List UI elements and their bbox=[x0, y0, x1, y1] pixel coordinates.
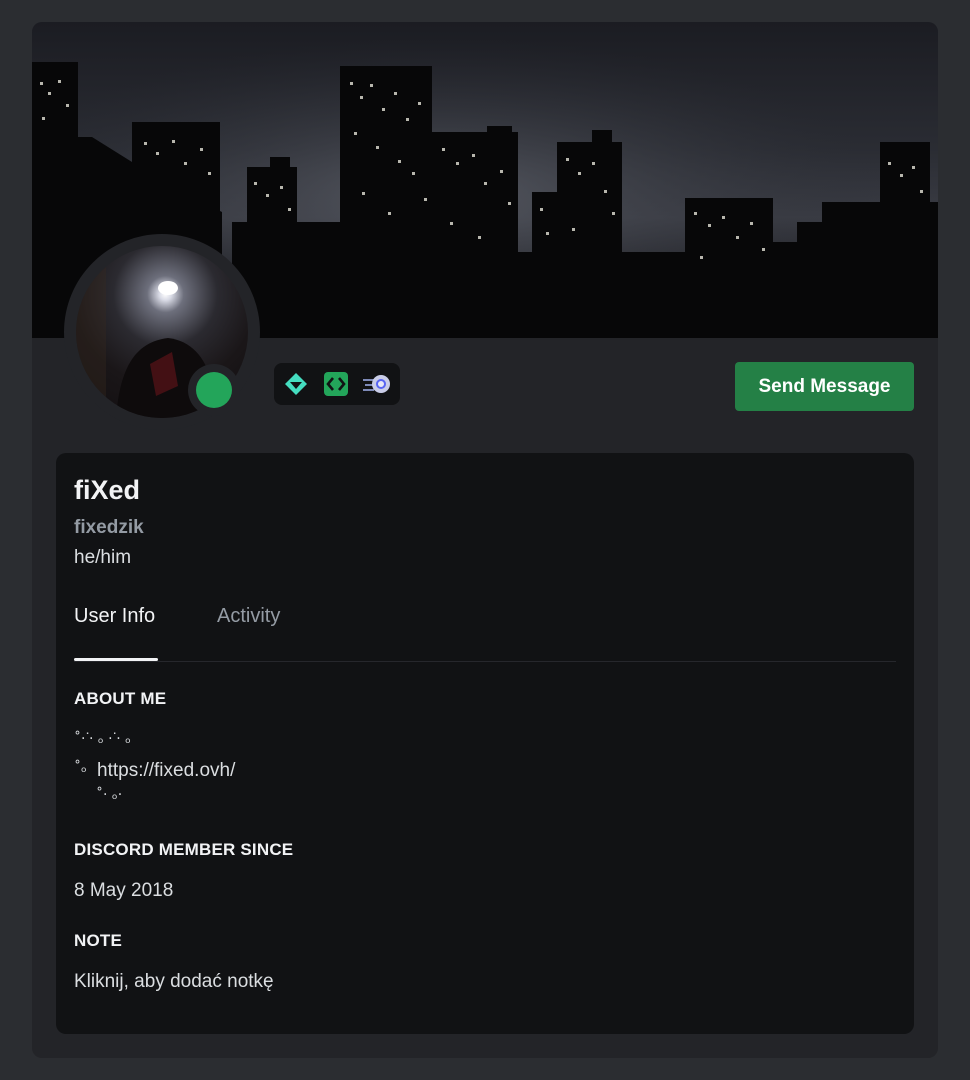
tab-user-info[interactable]: User Info bbox=[74, 605, 155, 628]
pronouns: he/him bbox=[74, 547, 132, 568]
tab-divider bbox=[74, 661, 896, 662]
user-info-panel: fiXed fixedzik he/him User Info Activity… bbox=[56, 453, 914, 1034]
about-decoration-2: ˚ₒ bbox=[74, 760, 87, 776]
online-status-icon bbox=[196, 372, 232, 408]
about-me-title: ABOUT ME bbox=[74, 689, 167, 708]
status-indicator-frame bbox=[188, 364, 240, 416]
member-since-title: DISCORD MEMBER SINCE bbox=[74, 840, 294, 859]
badge-list bbox=[274, 363, 400, 405]
display-name: fiXed bbox=[74, 475, 141, 505]
about-link[interactable]: https://fixed.ovh/ bbox=[97, 760, 235, 782]
note-input[interactable]: Kliknij, aby dodać notkę bbox=[74, 971, 274, 993]
member-since-date: 8 May 2018 bbox=[74, 880, 174, 901]
note-title: NOTE bbox=[74, 931, 123, 950]
hypesquad-balance-icon[interactable] bbox=[284, 372, 308, 396]
about-decoration-3: ˚· ₒ· bbox=[96, 787, 123, 803]
username: fixedzik bbox=[74, 517, 144, 538]
send-message-button[interactable]: Send Message bbox=[735, 362, 914, 411]
tab-activity[interactable]: Activity bbox=[217, 605, 280, 628]
active-developer-icon[interactable] bbox=[324, 372, 348, 396]
quest-orb-icon[interactable] bbox=[362, 372, 392, 396]
profile-card: Send Message fiXed fixedzik he/him User … bbox=[32, 22, 938, 1058]
about-decoration-1: ˚·ᐝ· ₒ ·ᐝ· ₒ bbox=[74, 731, 131, 747]
